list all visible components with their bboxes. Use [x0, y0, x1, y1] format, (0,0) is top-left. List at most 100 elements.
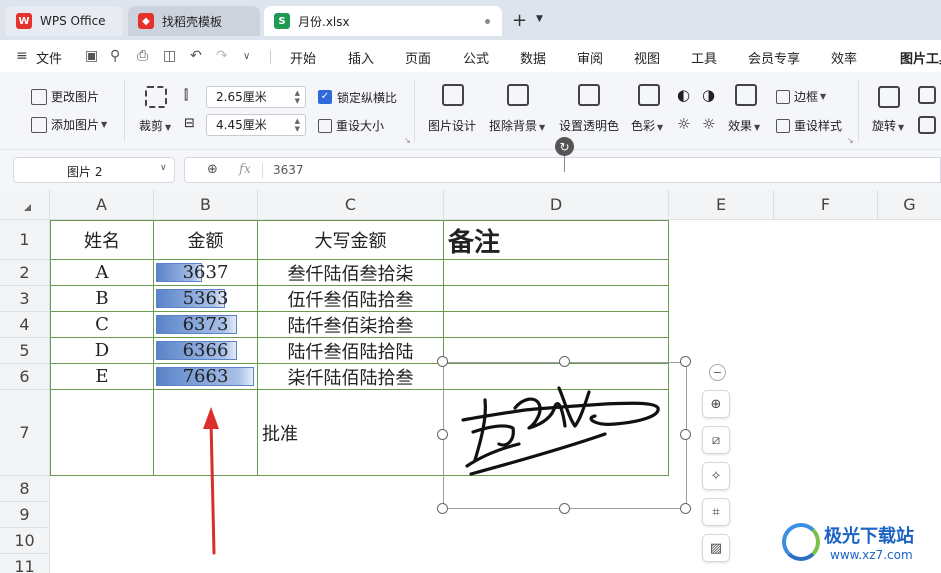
tab-tools[interactable]: 工具	[691, 48, 717, 67]
row-header-8[interactable]: 8	[0, 476, 50, 502]
remove-background-button[interactable]: 抠除背景 ▼	[489, 117, 545, 134]
column-header-f[interactable]: F	[774, 190, 878, 220]
row-header-5[interactable]: 5	[0, 338, 50, 364]
tab-view[interactable]: 视图	[634, 48, 660, 67]
resize-handle-right[interactable]	[680, 429, 691, 440]
rotate-handle-icon[interactable]: ↻	[555, 137, 574, 156]
group-icon[interactable]	[918, 86, 936, 104]
cell-d4[interactable]	[444, 312, 669, 338]
cell-d5[interactable]	[444, 338, 669, 364]
tab-wps-office[interactable]: W WPS Office	[6, 6, 122, 36]
picture-design-icon[interactable]	[442, 84, 464, 106]
cell-d1[interactable]: 备注	[444, 220, 669, 260]
column-header-g[interactable]: G	[878, 190, 941, 220]
color-icon[interactable]	[638, 84, 660, 106]
tab-home[interactable]: 开始	[290, 48, 316, 67]
cell-b1[interactable]: 金额	[154, 220, 258, 260]
hamburger-icon[interactable]: ≡	[16, 49, 28, 63]
magic-wand-icon[interactable]: ✧	[702, 462, 730, 490]
effects-button[interactable]: 效果 ▼	[728, 117, 760, 134]
row-header-2[interactable]: 2	[0, 260, 50, 286]
picture-selection-frame[interactable]	[443, 362, 687, 509]
resize-handle-bottom-left[interactable]	[437, 503, 448, 514]
row-header-7[interactable]: 7	[0, 390, 50, 476]
cell-a7[interactable]	[50, 390, 154, 476]
tab-page[interactable]: 页面	[405, 48, 431, 67]
cell-b2[interactable]: 3637	[154, 260, 258, 286]
effects-icon[interactable]	[735, 84, 757, 106]
picture-design-button[interactable]: 图片设计	[428, 117, 476, 134]
reset-style-button[interactable]: 重设样式	[776, 117, 842, 134]
redo-icon[interactable]: ↷	[216, 48, 228, 64]
row-header-11[interactable]: 11	[0, 554, 50, 573]
row-header-3[interactable]: 3	[0, 286, 50, 312]
save-icon[interactable]: ▣	[85, 48, 98, 64]
cell-c7[interactable]: 批准	[258, 390, 444, 476]
brightness-down-icon[interactable]: ◑	[702, 86, 715, 104]
tab-formula[interactable]: 公式	[463, 48, 489, 67]
cell-c2[interactable]: 叁仟陆佰叁拾柒	[258, 260, 444, 286]
tab-picture-tools[interactable]: 图片工具	[900, 48, 941, 67]
height-input[interactable]: 2.65厘米 ▲ ▼	[206, 86, 306, 108]
row-header-9[interactable]: 9	[0, 502, 50, 528]
row-header-6[interactable]: 6	[0, 364, 50, 390]
cell-a6[interactable]: E	[50, 364, 154, 390]
collapse-minus-icon[interactable]: −	[709, 364, 726, 381]
zoom-in-icon[interactable]: ⊕	[702, 390, 730, 418]
file-menu[interactable]: 文件	[36, 48, 62, 67]
column-header-a[interactable]: A	[50, 190, 154, 220]
border-button[interactable]: 边框 ▼	[776, 88, 826, 105]
resize-handle-top-right[interactable]	[680, 356, 691, 367]
cell-a5[interactable]: D	[50, 338, 154, 364]
chevron-down-icon[interactable]: ▼	[536, 14, 543, 24]
tab-member[interactable]: 会员专享	[748, 48, 800, 67]
more-chevron-icon[interactable]: ∨	[243, 51, 250, 62]
print-icon[interactable]: ⎙	[137, 48, 148, 64]
remove-background-icon[interactable]	[507, 84, 529, 106]
rotate-button[interactable]: 旋转 ▼	[872, 117, 904, 134]
lock-ratio-checkbox[interactable]: ✓	[318, 90, 332, 104]
cell-a4[interactable]: C	[50, 312, 154, 338]
brightness-up-icon[interactable]: ◐	[677, 86, 690, 104]
cell-c3[interactable]: 伍仟叁佰陆拾叁	[258, 286, 444, 312]
reset-size-button[interactable]: 重设大小	[318, 117, 384, 134]
undo-icon[interactable]: ↶	[190, 48, 202, 64]
crop-icon[interactable]	[145, 86, 167, 108]
tab-review[interactable]: 审阅	[577, 48, 603, 67]
cell-d3[interactable]	[444, 286, 669, 312]
cell-b4[interactable]: 6373	[154, 312, 258, 338]
cell-b6[interactable]: 7663	[154, 364, 258, 390]
spin-arrows-icon[interactable]: ▲ ▼	[295, 89, 300, 105]
select-all-corner[interactable]	[0, 190, 50, 220]
add-picture-button[interactable]: 添加图片 ▼	[31, 116, 107, 133]
column-header-e[interactable]: E	[669, 190, 774, 220]
new-tab-icon[interactable]: +	[512, 10, 527, 31]
cell-c5[interactable]: 陆仟叁佰陆拾陆	[258, 338, 444, 364]
resize-handle-bottom-right[interactable]	[680, 503, 691, 514]
color-button[interactable]: 色彩 ▼	[631, 117, 663, 134]
cell-b5[interactable]: 6366	[154, 338, 258, 364]
spin-arrows-icon[interactable]: ▲ ▼	[295, 117, 300, 133]
resize-handle-top[interactable]	[559, 356, 570, 367]
tab-close-dot[interactable]	[485, 19, 490, 24]
contrast-down-icon[interactable]: ☼	[702, 115, 715, 133]
tab-data[interactable]: 数据	[520, 48, 546, 67]
cell-a3[interactable]: B	[50, 286, 154, 312]
crop-button[interactable]: 裁剪 ▼	[139, 117, 171, 134]
cell-c1[interactable]: 大写金额	[258, 220, 444, 260]
cell-b3[interactable]: 5363	[154, 286, 258, 312]
align-icon[interactable]	[918, 116, 936, 134]
fx-icon[interactable]: fx	[239, 162, 251, 177]
set-transparent-button[interactable]: 设置透明色	[559, 117, 619, 134]
width-input[interactable]: 4.45厘米 ▲ ▼	[206, 114, 306, 136]
formula-input[interactable]: ⊕ fx 3637	[184, 157, 941, 183]
cell-a2[interactable]: A	[50, 260, 154, 286]
cell-a1[interactable]: 姓名	[50, 220, 154, 260]
column-header-b[interactable]: B	[154, 190, 258, 220]
tab-insert[interactable]: 插入	[348, 48, 374, 67]
resize-handle-bottom[interactable]	[559, 503, 570, 514]
contrast-up-icon[interactable]: ☼	[677, 115, 690, 133]
zoom-icon[interactable]: ⊕	[207, 162, 218, 177]
chevron-down-icon[interactable]: ∨	[160, 163, 167, 173]
dialog-launcher-icon[interactable]: ↘	[404, 136, 411, 145]
